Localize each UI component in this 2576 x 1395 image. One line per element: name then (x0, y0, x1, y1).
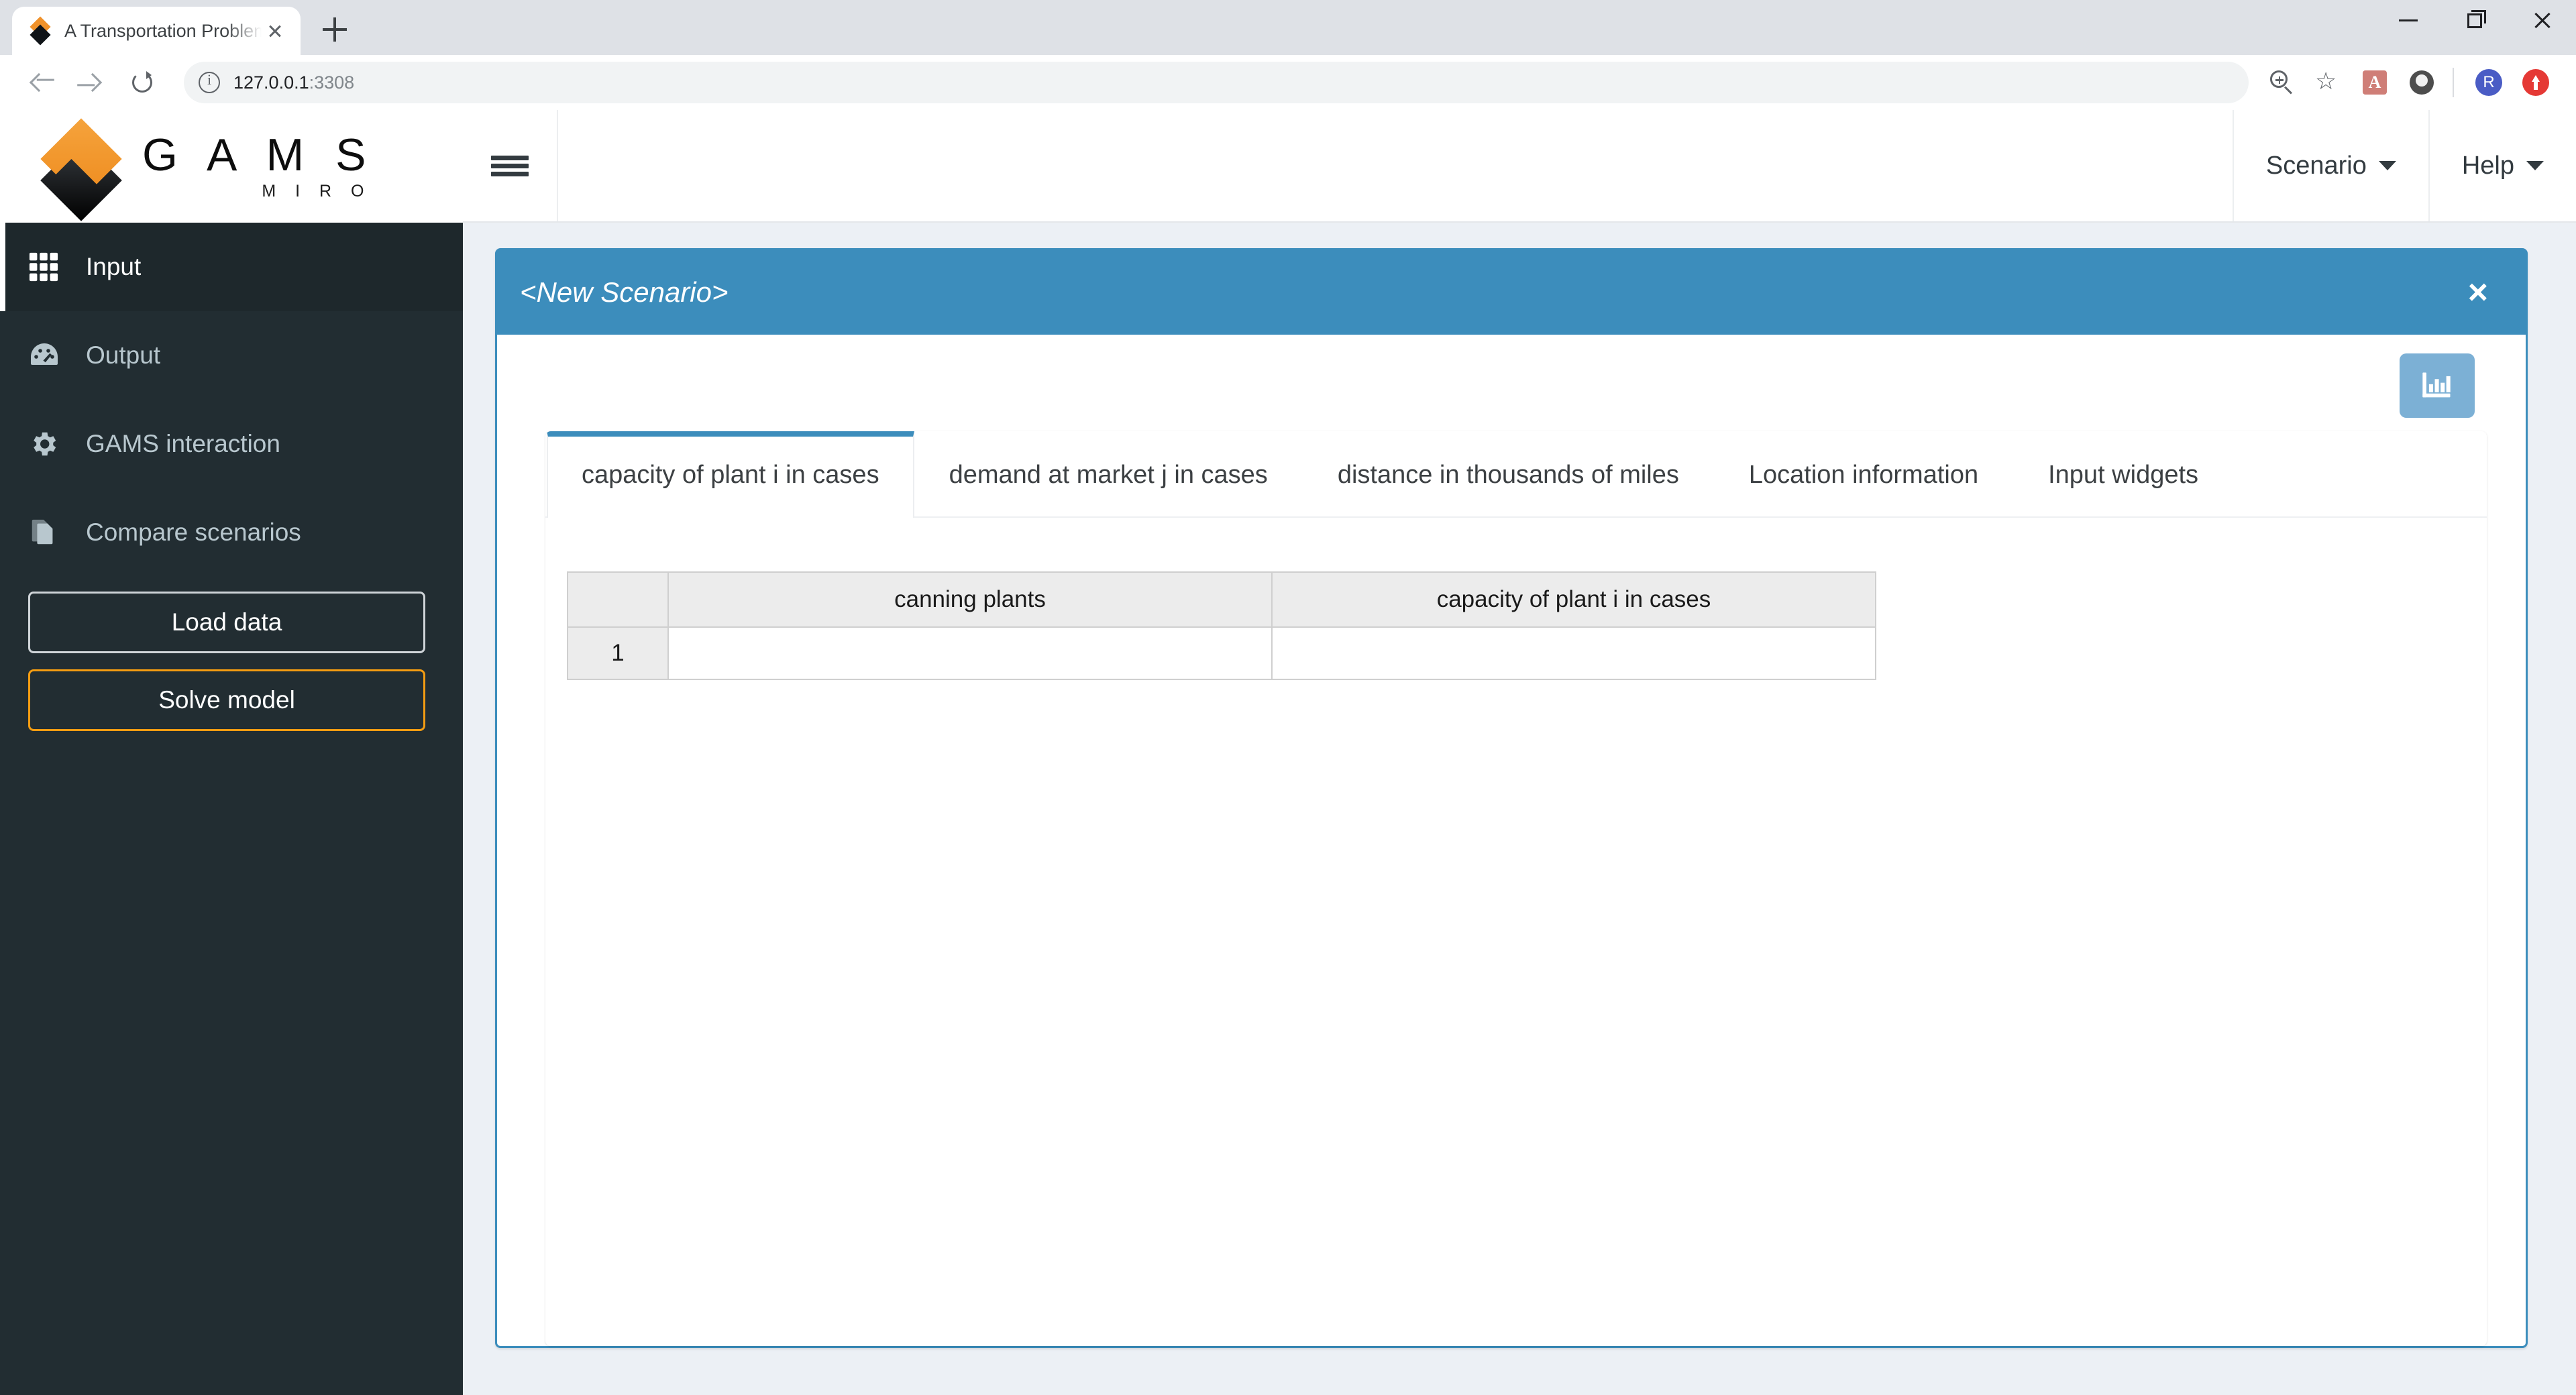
app-logo: G A M S M I R O (0, 110, 463, 223)
sidebar-item-label: Input (86, 253, 142, 280)
tab-input-widgets[interactable]: Input widgets (2013, 431, 2233, 516)
column-header-capacity[interactable]: capacity of plant i in cases (1271, 571, 1876, 628)
tab-distance-in-thousands-of-miles[interactable]: distance in thousands of miles (1303, 431, 1714, 516)
input-tabs: capacity of plant i in cases demand at m… (545, 431, 2487, 518)
sidebar-item-label: GAMS interaction (86, 430, 280, 457)
gear-icon (28, 429, 70, 459)
sidebar-item-label: Compare scenarios (86, 518, 301, 546)
browser-tab-title: A Transportation Problem with m (64, 20, 262, 41)
browser-window: A Transportation Problem with m 127.0.0.… (0, 0, 2576, 1395)
logo-gams-text: G A M S (142, 129, 376, 180)
load-data-button[interactable]: Load data (28, 592, 425, 653)
forward-button[interactable] (66, 57, 117, 108)
back-button[interactable] (15, 57, 66, 108)
sidebar-actions: Load data Solve model (0, 577, 463, 731)
extension-icon[interactable] (2400, 61, 2443, 104)
reload-button[interactable] (117, 57, 168, 108)
sidebar-item-gams-interaction[interactable]: GAMS interaction (0, 400, 463, 488)
table-row[interactable]: 1 (567, 626, 1876, 680)
new-tab-button[interactable] (311, 6, 358, 53)
table-header-row: canning plants capacity of plant i in ca… (567, 571, 1876, 628)
profile-avatar[interactable]: R (2467, 61, 2510, 104)
logo-miro-text: M I R O (262, 181, 372, 201)
row-number-cell: 1 (567, 626, 669, 680)
window-maximize-button[interactable] (2442, 0, 2509, 40)
window-close-button[interactable] (2509, 0, 2576, 40)
address-bar[interactable]: 127.0.0.1:3308 (184, 62, 2249, 103)
tab-capacity-of-plant[interactable]: capacity of plant i in cases (547, 431, 914, 518)
toolbar-icons: ☆ A R (2255, 61, 2557, 104)
toolbar-divider (2453, 68, 2454, 97)
column-header-rownum[interactable] (567, 571, 669, 628)
scenario-panel-header: <New Scenario> × (497, 250, 2526, 335)
scenario-menu-label: Scenario (2265, 151, 2367, 180)
close-icon[interactable]: × (2468, 275, 2488, 310)
scenario-menu[interactable]: Scenario (2232, 110, 2428, 221)
chart-toggle-row (545, 353, 2487, 418)
sidebar-menu: Input Output GAMS interaction Compare sc… (0, 223, 463, 577)
reload-icon (132, 71, 152, 93)
tab-close-icon[interactable] (262, 17, 288, 44)
address-bar-url: 127.0.0.1:3308 (233, 72, 355, 93)
chevron-down-icon (2378, 161, 2396, 170)
dashboard-icon (28, 339, 70, 372)
scenario-panel: <New Scenario> × capacity of plant i in … (495, 248, 2528, 1348)
window-controls (2375, 0, 2576, 40)
sidebar: G A M S M I R O Input Output GAMS intera… (0, 110, 463, 1395)
tab-demand-at-market[interactable]: demand at market j in cases (914, 431, 1303, 516)
help-menu-label: Help (2461, 151, 2514, 180)
grid-icon (28, 252, 70, 282)
gams-miro-favicon-icon (30, 16, 54, 46)
input-data-card: capacity of plant i in cases demand at m… (545, 431, 2487, 1346)
table-header: canning plants capacity of plant i in ca… (567, 571, 1876, 628)
sidebar-item-label: Output (86, 341, 161, 369)
bar-chart-icon[interactable] (2400, 353, 2475, 418)
top-navbar: Scenario Help (463, 110, 2576, 223)
cell-capacity[interactable] (1271, 626, 1876, 680)
scenario-title: <New Scenario> (520, 276, 729, 308)
tab-location-information[interactable]: Location information (1714, 431, 2013, 516)
capacity-table: canning plants capacity of plant i in ca… (567, 571, 1876, 680)
browser-tabstrip: A Transportation Problem with m (0, 0, 2576, 55)
table-body: 1 (567, 626, 1876, 680)
sidebar-item-output[interactable]: Output (0, 311, 463, 400)
zoom-in-icon[interactable] (2259, 61, 2302, 104)
scenario-panel-body: capacity of plant i in cases demand at m… (497, 335, 2526, 1346)
browser-toolbar: 127.0.0.1:3308 ☆ A R (0, 55, 2576, 110)
browser-tab[interactable]: A Transportation Problem with m (12, 7, 301, 55)
page-content: G A M S M I R O Input Output GAMS intera… (0, 110, 2576, 1395)
chevron-down-icon (2526, 161, 2544, 170)
site-info-icon[interactable] (199, 71, 220, 93)
tab-content-capacity: canning plants capacity of plant i in ca… (545, 518, 2487, 1346)
content-region: <New Scenario> × capacity of plant i in … (463, 223, 2576, 1395)
main-area: Scenario Help <New Scenario> × capacity … (463, 110, 2576, 1395)
gams-miro-logo-icon (28, 129, 136, 221)
column-header-canning-plants[interactable]: canning plants (667, 571, 1273, 628)
bookmark-star-icon[interactable]: ☆ (2306, 61, 2349, 104)
hamburger-icon[interactable] (463, 110, 558, 221)
update-icon[interactable] (2514, 61, 2557, 104)
window-minimize-button[interactable] (2375, 0, 2442, 40)
cell-canning-plants[interactable] (667, 626, 1273, 680)
sidebar-item-compare-scenarios[interactable]: Compare scenarios (0, 488, 463, 577)
acrobat-extension-icon[interactable]: A (2353, 61, 2396, 104)
solve-model-button[interactable]: Solve model (28, 669, 425, 731)
help-menu[interactable]: Help (2428, 110, 2576, 221)
sidebar-item-input[interactable]: Input (0, 223, 463, 311)
copy-files-icon (28, 517, 70, 548)
